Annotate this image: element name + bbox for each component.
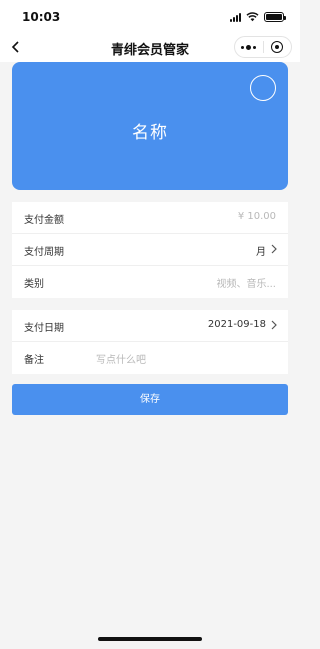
category-label: 类别 <box>24 279 44 290</box>
signal-icon <box>230 12 241 22</box>
status-bar: 10:03 <box>0 0 300 34</box>
date-row[interactable]: 支付日期 2021-09-18 <box>12 310 288 342</box>
amount-row[interactable]: 支付金额 ¥ 10.00 <box>12 202 288 234</box>
status-time: 10:03 <box>22 10 61 24</box>
category-input[interactable]: 视频、音乐... <box>216 275 276 290</box>
cycle-label: 支付周期 <box>24 247 64 258</box>
status-icons <box>230 11 286 23</box>
form-group-payment: 支付金额 ¥ 10.00 支付周期 月 类别 视频、音乐... <box>12 202 288 298</box>
chevron-right-icon <box>271 244 277 254</box>
cycle-row[interactable]: 支付周期 月 <box>12 234 288 266</box>
amount-label: 支付金额 <box>24 215 64 226</box>
note-label: 备注 <box>24 355 44 366</box>
note-row[interactable]: 备注 写点什么吧 <box>12 342 288 374</box>
chevron-right-icon <box>271 320 277 330</box>
amount-input[interactable]: ¥ 10.00 <box>238 211 276 222</box>
battery-icon <box>264 12 286 22</box>
mini-program-capsule <box>234 36 292 58</box>
home-indicator <box>98 637 202 641</box>
card-name: 名称 <box>132 123 168 143</box>
wifi-icon <box>246 12 259 22</box>
more-dots-icon <box>241 44 257 50</box>
form-group-details: 支付日期 2021-09-18 备注 写点什么吧 <box>12 310 288 374</box>
note-input[interactable]: 写点什么吧 <box>96 351 146 366</box>
close-button[interactable] <box>264 37 292 57</box>
card-logo-placeholder[interactable] <box>250 75 276 101</box>
more-button[interactable] <box>235 37 263 57</box>
nav-bar: 青绯会员管家 <box>0 34 300 62</box>
target-icon <box>271 41 284 53</box>
membership-card[interactable]: 名称 <box>12 62 288 190</box>
save-button[interactable]: 保存 <box>12 384 288 415</box>
date-value: 2021-09-18 <box>207 319 266 330</box>
category-row[interactable]: 类别 视频、音乐... <box>12 266 288 298</box>
date-label: 支付日期 <box>24 323 64 334</box>
cycle-value: 月 <box>256 247 266 258</box>
